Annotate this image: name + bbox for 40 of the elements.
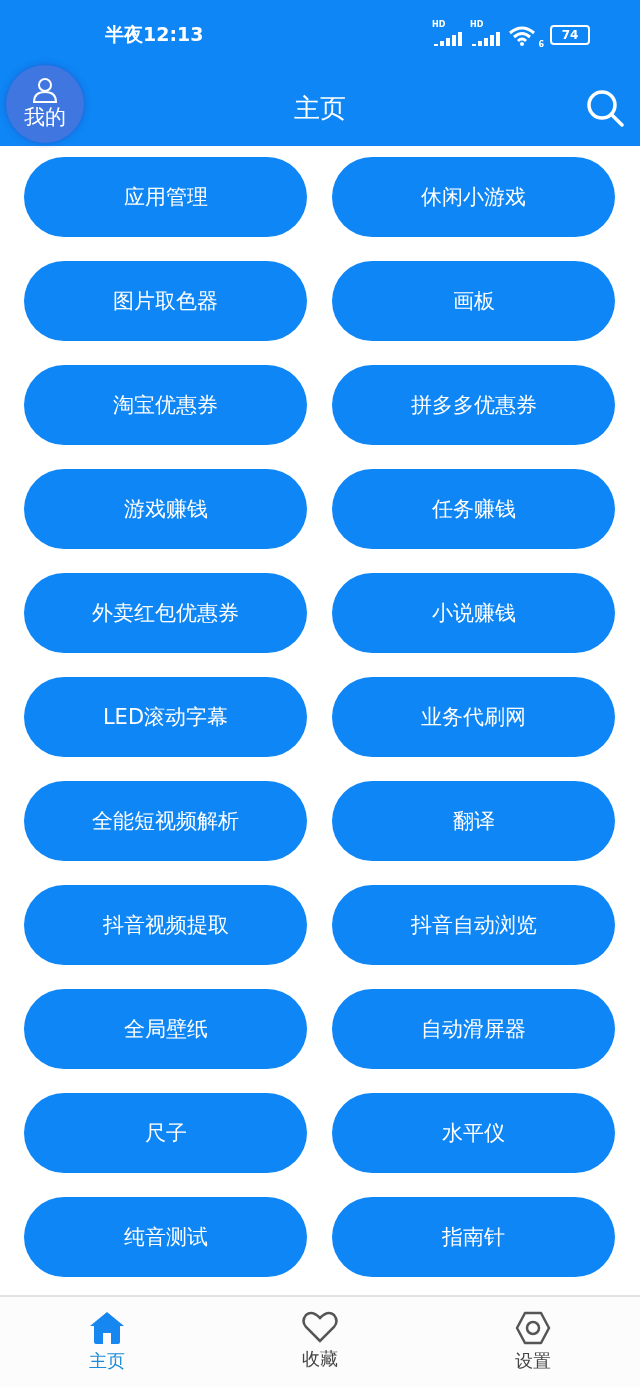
tool-button[interactable]: 全能短视频解析 xyxy=(24,781,307,861)
tool-button[interactable]: 抖音视频提取 xyxy=(24,885,307,965)
tool-button[interactable]: 外卖红包优惠券 xyxy=(24,573,307,653)
tool-button[interactable]: 淘宝优惠券 xyxy=(24,365,307,445)
tool-button[interactable]: LED滚动字幕 xyxy=(24,677,307,757)
tool-button[interactable]: 翻译 xyxy=(332,781,615,861)
network-label: HD xyxy=(470,20,484,29)
tool-button[interactable]: 自动滑屏器 xyxy=(332,989,615,1069)
tool-button[interactable]: 休闲小游戏 xyxy=(332,157,615,237)
tool-button[interactable]: 纯音测试 xyxy=(24,1197,307,1277)
tool-button[interactable]: 尺子 xyxy=(24,1093,307,1173)
tool-button[interactable]: 指南针 xyxy=(332,1197,615,1277)
wifi-label: 6 xyxy=(538,40,544,49)
tool-button[interactable]: 拼多多优惠券 xyxy=(332,365,615,445)
search-icon xyxy=(586,89,624,127)
tool-button[interactable]: 全局壁纸 xyxy=(24,989,307,1069)
heart-icon xyxy=(302,1311,338,1343)
wifi-icon xyxy=(508,26,536,46)
tool-button[interactable]: 小说赚钱 xyxy=(332,573,615,653)
tool-button[interactable]: 任务赚钱 xyxy=(332,469,615,549)
tool-button[interactable]: 画板 xyxy=(332,261,615,341)
nav-tab[interactable]: 收藏 xyxy=(250,1297,390,1387)
settings-icon xyxy=(515,1311,552,1345)
tool-button[interactable]: 应用管理 xyxy=(24,157,307,237)
tool-button[interactable]: 水平仪 xyxy=(332,1093,615,1173)
profile-button[interactable]: 我的 xyxy=(6,65,84,143)
signal-icon xyxy=(470,30,502,46)
person-icon xyxy=(32,77,58,103)
home-icon xyxy=(88,1311,125,1345)
tool-button[interactable]: 游戏赚钱 xyxy=(24,469,307,549)
battery-icon: 74 xyxy=(550,25,590,45)
nav-tab[interactable]: 主页 xyxy=(36,1297,177,1387)
page-title: 主页 xyxy=(294,91,346,125)
network-label: HD xyxy=(432,20,446,29)
status-time: 半夜12:13 xyxy=(105,22,204,47)
tool-button[interactable]: 业务代刷网 xyxy=(332,677,615,757)
nav-tab[interactable]: 设置 xyxy=(463,1297,604,1387)
signal-icon xyxy=(432,30,464,46)
tool-button[interactable]: 抖音自动浏览 xyxy=(332,885,615,965)
tool-button[interactable]: 图片取色器 xyxy=(24,261,307,341)
